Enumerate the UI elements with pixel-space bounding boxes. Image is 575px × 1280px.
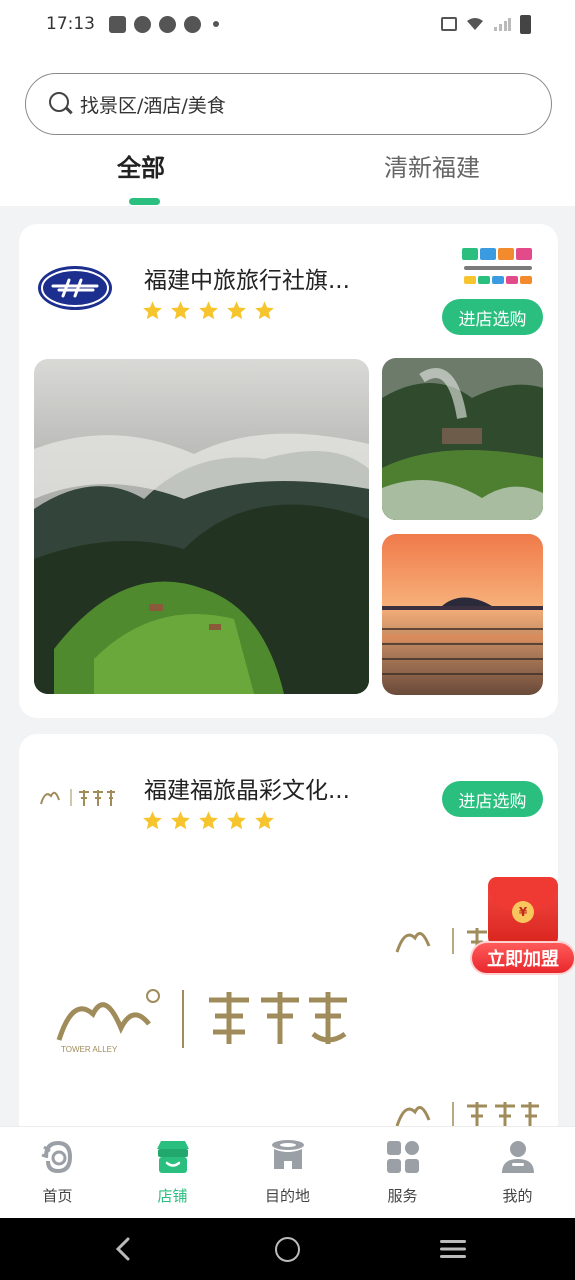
nav-item-service[interactable]: 服务 bbox=[345, 1127, 460, 1218]
search-input[interactable]: 找景区/酒店/美食 bbox=[25, 73, 552, 135]
status-right-icons bbox=[441, 14, 531, 34]
app-icon bbox=[134, 15, 151, 33]
home-icon bbox=[41, 1140, 72, 1174]
vibrate-icon bbox=[441, 17, 457, 31]
app-icon bbox=[184, 15, 201, 33]
cts-logo bbox=[38, 266, 112, 310]
star-icon bbox=[143, 811, 162, 830]
join-now-button[interactable]: 立即加盟 bbox=[470, 941, 575, 975]
star-icon bbox=[227, 811, 246, 830]
search-placeholder: 找景区/酒店/美食 bbox=[80, 94, 226, 117]
status-bar: 17:13 bbox=[0, 0, 575, 48]
nav-item-store[interactable]: 店铺 bbox=[115, 1127, 230, 1218]
back-icon[interactable] bbox=[112, 1237, 136, 1261]
tower-alley-logo bbox=[40, 789, 115, 806]
store-name[interactable]: 福建福旅晶彩文化... bbox=[144, 771, 350, 805]
nav-label: 服务 bbox=[387, 1187, 418, 1205]
nav-item-profile[interactable]: 我的 bbox=[460, 1127, 575, 1218]
star-icon bbox=[171, 301, 190, 320]
bottom-nav: 首页 店铺 目的地 服务 我的 bbox=[0, 1126, 575, 1218]
tower-alley-logo: TOWER ALLEY bbox=[56, 989, 347, 1054]
system-nav-bar bbox=[0, 1218, 575, 1280]
enter-store-button[interactable]: 进店选购 bbox=[442, 299, 543, 335]
star-icon bbox=[171, 811, 190, 830]
star-icon bbox=[255, 301, 274, 320]
fresh-fujian-badge bbox=[462, 248, 532, 284]
signal-icon bbox=[494, 18, 511, 31]
menu-icon[interactable] bbox=[440, 1239, 466, 1259]
tab-fresh-fujian[interactable]: 清新福建 bbox=[384, 148, 480, 183]
store-card[interactable]: 福建中旅旅行社旗... 进店选购 bbox=[19, 224, 558, 718]
star-icon bbox=[255, 811, 274, 830]
nav-label: 目的地 bbox=[264, 1187, 310, 1205]
nav-label: 我的 bbox=[502, 1187, 533, 1205]
sunset-sea-photo[interactable] bbox=[382, 534, 543, 695]
star-icon bbox=[199, 811, 218, 830]
app-icon bbox=[159, 15, 176, 33]
search-icon bbox=[48, 91, 74, 117]
profile-icon bbox=[501, 1141, 534, 1173]
store-name[interactable]: 福建中旅旅行社旗... bbox=[144, 261, 350, 295]
tab-indicator bbox=[129, 198, 160, 205]
rating-stars bbox=[142, 810, 275, 831]
tab-all[interactable]: 全部 bbox=[117, 148, 165, 183]
coin-icon: ¥ bbox=[512, 901, 534, 923]
notification-icon bbox=[109, 15, 126, 33]
header: 找景区/酒店/美食 全部 清新福建 bbox=[0, 48, 575, 206]
dot-icon bbox=[213, 21, 219, 27]
nav-label: 首页 bbox=[42, 1187, 73, 1205]
rating-stars bbox=[142, 300, 275, 321]
red-packet-icon: ¥ bbox=[488, 877, 558, 949]
status-time: 17:13 bbox=[46, 14, 95, 34]
home-circle-icon[interactable] bbox=[275, 1237, 300, 1262]
star-icon bbox=[227, 301, 246, 320]
wifi-icon bbox=[467, 18, 483, 30]
battery-icon bbox=[520, 14, 531, 34]
service-icon bbox=[386, 1141, 419, 1173]
nav-item-home[interactable]: 首页 bbox=[0, 1127, 115, 1218]
tower-alley-caption: TOWER ALLEY bbox=[61, 1045, 118, 1054]
enter-store-button[interactable]: 进店选购 bbox=[442, 781, 543, 817]
star-icon bbox=[143, 301, 162, 320]
star-icon bbox=[199, 301, 218, 320]
store-icon bbox=[156, 1141, 189, 1173]
mountain-village-photo[interactable] bbox=[382, 358, 543, 520]
nav-item-destination[interactable]: 目的地 bbox=[230, 1127, 345, 1218]
nav-label: 店铺 bbox=[157, 1187, 188, 1205]
join-now-float[interactable]: ¥ 立即加盟 bbox=[470, 877, 575, 977]
status-left-icons bbox=[109, 15, 219, 33]
destination-icon bbox=[271, 1140, 304, 1169]
misty-mountain-photo[interactable] bbox=[34, 359, 369, 694]
